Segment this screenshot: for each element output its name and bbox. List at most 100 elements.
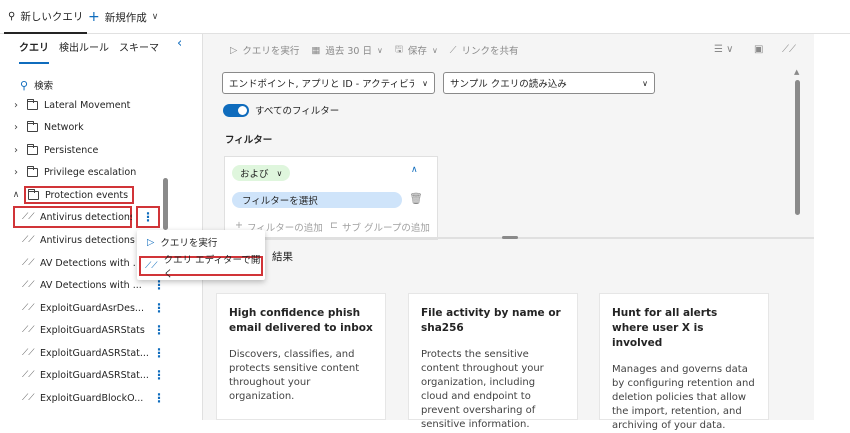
collapse-panel-icon[interactable]: ‹ xyxy=(177,36,182,51)
chevron-down-icon: ∨ xyxy=(431,45,438,55)
sample-query-value: サンプル クエリの読み込み xyxy=(450,79,567,90)
query-icon: ⟋⟋ xyxy=(22,348,35,358)
search-box[interactable]: ⚲ 検索 xyxy=(20,78,53,93)
menu-item-run-query[interactable]: ▷ クエリを実行 xyxy=(143,232,259,252)
folder-network[interactable]: › Network xyxy=(0,116,172,138)
new-create-button[interactable]: + 新規作成 ∨ xyxy=(88,0,158,34)
more-options-button[interactable]: ⋮ xyxy=(136,206,160,228)
subgroup-icon: ⊏ xyxy=(330,220,338,231)
list-item[interactable]: ⟋⟋ ExploitGuardAsrDes... ⋮ xyxy=(0,297,172,319)
card-title: Hunt for all alerts where user X is invo… xyxy=(612,307,718,349)
subtab-schema[interactable]: スキーマ xyxy=(119,42,159,64)
chevron-right-icon: › xyxy=(14,99,18,111)
folder-icon xyxy=(27,98,38,110)
menu-item-label: クエリを実行 xyxy=(160,238,218,249)
tree-scrollbar[interactable] xyxy=(163,178,168,230)
chevron-down-icon: ∨ xyxy=(376,45,383,55)
list-item[interactable]: ⟋⟋ ExploitGuardASRStat... ⋮ xyxy=(0,364,172,386)
query-icon: ⟋⟋ xyxy=(22,258,35,268)
folder-protection-events[interactable]: ∧ Protection events xyxy=(0,184,172,206)
chevron-down-icon: ∨ xyxy=(642,78,648,88)
time-range-dropdown[interactable]: ▦ 過去 30 日 ∨ xyxy=(311,43,383,58)
query-antivirus-detections[interactable]: ⟋⟋ Antivirus detections xyxy=(0,206,132,228)
toggle-switch[interactable] xyxy=(223,103,249,117)
list-item[interactable]: ⟋⟋ ExploitGuardASRStats ⋮ xyxy=(0,319,172,341)
folder-icon xyxy=(27,165,38,177)
and-label: および xyxy=(240,169,269,180)
more-vertical-icon[interactable]: ⋮ xyxy=(153,301,165,315)
card-description: Protects the sensitive content throughou… xyxy=(421,349,544,430)
chevron-up-icon[interactable]: ∧ xyxy=(411,165,418,175)
run-query-label: クエリを実行 xyxy=(242,46,300,57)
link-icon[interactable]: ⟋⟋ xyxy=(782,44,796,55)
calendar-icon: ▦ xyxy=(311,44,321,56)
list-item[interactable]: ⟋⟋ Antivirus detections ... xyxy=(0,229,136,251)
folder-icon xyxy=(27,143,38,155)
folder-label: Network xyxy=(44,121,84,133)
list-view-icon[interactable]: ☰ ∨ xyxy=(714,44,733,55)
query-filter-icon: ⚲ xyxy=(8,10,16,22)
query-label: ExploitGuardASRStat... xyxy=(40,369,149,381)
list-item[interactable]: ⟋⟋ ExploitGuardASRStat... ⋮ xyxy=(0,342,172,364)
folder-label: Persistence xyxy=(44,144,99,156)
sample-query-card[interactable]: Hunt for all alerts where user X is invo… xyxy=(599,293,769,431)
query-label: Antivirus detections xyxy=(40,211,132,223)
sample-query-card[interactable]: File activity by name or sha256 Protects… xyxy=(408,293,578,430)
list-item[interactable]: ⟋⟋ ExploitGuardBlockO... ⋮ xyxy=(0,387,172,409)
add-subgroup-button[interactable]: ⊏ サブ グループの追加 xyxy=(330,220,430,234)
chevron-down-icon: ∨ xyxy=(151,12,159,22)
results-heading: 結果 xyxy=(272,251,293,263)
folder-label: Lateral Movement xyxy=(44,99,131,111)
context-menu: ▷ クエリを実行 ⟋⟋ クエリ エディターで開く xyxy=(137,230,265,280)
play-icon: ▷ xyxy=(230,44,238,56)
list-item[interactable]: ⟋⟋ AV Detections with ... xyxy=(0,252,136,274)
card-description: Manages and governs data by configuring … xyxy=(612,364,755,431)
query-icon: ⟋⟋ xyxy=(22,303,35,313)
folder-persistence[interactable]: › Persistence xyxy=(0,139,172,161)
query-icon: ⟋⟋ xyxy=(22,325,35,335)
data-source-select[interactable]: エンドポイント, アプリと ID - アクティビティ ログ... ∨ xyxy=(222,72,435,94)
more-vertical-icon[interactable]: ⋮ xyxy=(153,368,165,382)
query-icon: ⟋⟋ xyxy=(22,370,35,380)
run-query-button[interactable]: ▷ クエリを実行 xyxy=(230,43,300,58)
time-range-label: 過去 30 日 xyxy=(325,46,372,57)
tab-new-query[interactable]: ⚲ 新しいクエリ xyxy=(4,0,88,34)
subtab-detection-rules[interactable]: 検出ルール xyxy=(59,42,109,64)
save-button[interactable]: 🖫 保存 ∨ xyxy=(395,42,438,58)
query-icon: ⟋⟋ xyxy=(22,393,35,403)
query-label: AV Detections with ... xyxy=(40,257,136,269)
all-filters-label: すべてのフィルター xyxy=(255,106,340,117)
splitter-handle[interactable] xyxy=(502,236,518,239)
card-title: High confidence phish email delivered to… xyxy=(229,307,373,334)
folder-label: Privilege escalation xyxy=(44,166,137,178)
and-operator-pill[interactable]: および ∨ xyxy=(232,165,291,181)
editor-scrollbar[interactable] xyxy=(795,80,800,215)
select-filter-pill[interactable]: フィルターを選択 xyxy=(232,192,402,208)
query-icon: ⟋⟋ xyxy=(22,212,35,222)
all-filters-toggle[interactable]: すべてのフィルター xyxy=(223,103,339,117)
schema-icon[interactable]: ▣ xyxy=(754,44,763,55)
more-vertical-icon[interactable]: ⋮ xyxy=(153,278,165,292)
trash-icon[interactable]: 🗑 xyxy=(409,192,423,205)
share-link-button[interactable]: ⟋ リンクを共有 xyxy=(450,43,519,58)
folder-privilege-escalation[interactable]: › Privilege escalation xyxy=(0,161,172,183)
folder-lateral-movement[interactable]: › Lateral Movement xyxy=(0,94,172,116)
sample-query-card[interactable]: High confidence phish email delivered to… xyxy=(216,293,386,420)
query-icon: ⟋⟋ xyxy=(22,280,35,290)
more-vertical-icon[interactable]: ⋮ xyxy=(153,391,165,405)
menu-item-open-in-editor[interactable]: ⟋⟋ クエリ エディターで開く xyxy=(139,255,263,280)
chevron-right-icon: › xyxy=(14,144,18,156)
more-vertical-icon[interactable]: ⋮ xyxy=(153,346,165,360)
scroll-up-icon[interactable]: ▲ xyxy=(794,68,799,76)
highlight-box: Protection events xyxy=(24,186,135,204)
add-subgroup-label: サブ グループの追加 xyxy=(341,223,430,234)
chevron-up-icon: ∧ xyxy=(12,190,20,200)
search-icon: ⚲ xyxy=(20,78,29,92)
query-label: ExploitGuardAsrDes... xyxy=(40,302,144,314)
query-label: ExploitGuardBlockO... xyxy=(40,392,144,404)
more-vertical-icon[interactable]: ⋮ xyxy=(153,323,165,337)
filter-heading: フィルター xyxy=(225,135,273,146)
sample-query-select[interactable]: サンプル クエリの読み込み ∨ xyxy=(443,72,655,94)
subtab-queries[interactable]: クエリ xyxy=(19,42,49,64)
query-icon: ⟋⟋ xyxy=(145,261,158,271)
